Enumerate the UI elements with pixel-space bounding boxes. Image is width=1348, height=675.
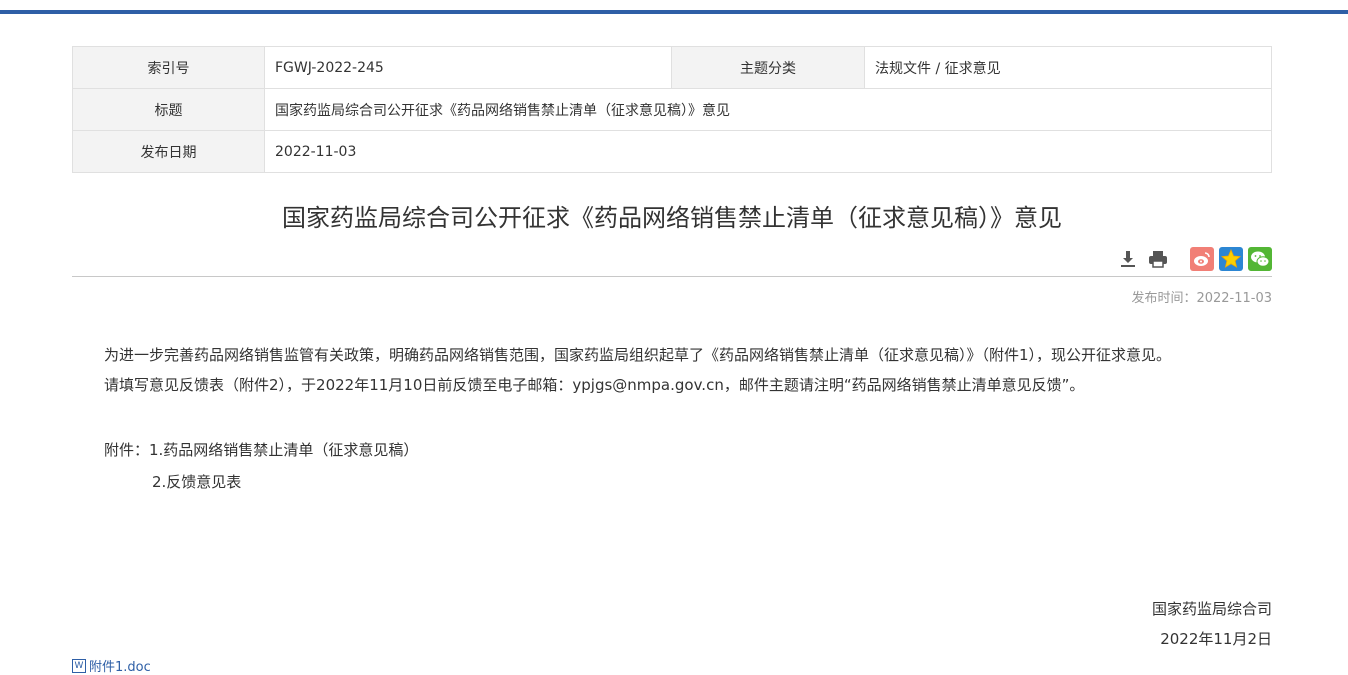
weibo-icon[interactable] [1190, 247, 1214, 271]
meta-row-index: 索引号 FGWJ-2022-245 主题分类 法规文件 / 征求意见 [72, 46, 1272, 89]
category-label: 主题分类 [671, 46, 865, 89]
attachments-list: 附件：1.药品网络销售禁止清单（征求意见稿） 2.反馈意见表 [104, 434, 418, 498]
publish-time: 发布时间：2022-11-03 [1131, 291, 1272, 306]
body-paragraph-1: 为进一步完善药品网络销售监管有关政策，明确药品网络销售范围，国家药监局组织起草了… [104, 346, 1172, 364]
title-divider [72, 276, 1272, 277]
category-value: 法规文件 / 征求意见 [864, 46, 1272, 89]
signature-block: 国家药监局综合司 2022年11月2日 [1152, 594, 1272, 654]
meta-row-title: 标题 国家药监局综合司公开征求《药品网络销售禁止清单（征求意见稿）》意见 [72, 88, 1272, 131]
download-icon[interactable] [1117, 248, 1139, 270]
attachment-item-2: 2.反馈意见表 [152, 473, 242, 491]
document-meta-table: 索引号 FGWJ-2022-245 主题分类 法规文件 / 征求意见 标题 国家… [72, 46, 1272, 173]
date-value: 2022-11-03 [264, 130, 1272, 173]
article-toolbar [1117, 246, 1272, 272]
body-paragraph-2: 请填写意见反馈表（附件2），于2022年11月10日前反馈至电子邮箱：ypjgs… [104, 376, 1085, 394]
title-label: 标题 [72, 88, 265, 131]
meta-row-date: 发布日期 2022-11-03 [72, 130, 1272, 173]
top-accent-bar [0, 10, 1348, 14]
date-label: 发布日期 [72, 130, 265, 173]
article-title: 国家药监局综合司公开征求《药品网络销售禁止清单（征求意见稿）》意见 [282, 204, 1062, 232]
index-label: 索引号 [72, 46, 265, 89]
signature-org: 国家药监局综合司 [1151, 600, 1272, 618]
attachment-item-1: 附件：1.药品网络销售禁止清单（征求意见稿） [104, 441, 419, 459]
signature-date: 2022年11月2日 [1160, 630, 1272, 648]
index-value: FGWJ-2022-245 [264, 46, 672, 89]
qzone-star-icon[interactable] [1219, 247, 1243, 271]
article-body: 为进一步完善药品网络销售监管有关政策，明确药品网络销售范围，国家药监局组织起草了… [104, 340, 1264, 400]
title-value: 国家药监局综合司公开征求《药品网络销售禁止清单（征求意见稿）》意见 [264, 88, 1272, 131]
print-icon[interactable] [1147, 248, 1169, 270]
wechat-icon[interactable] [1248, 247, 1272, 271]
